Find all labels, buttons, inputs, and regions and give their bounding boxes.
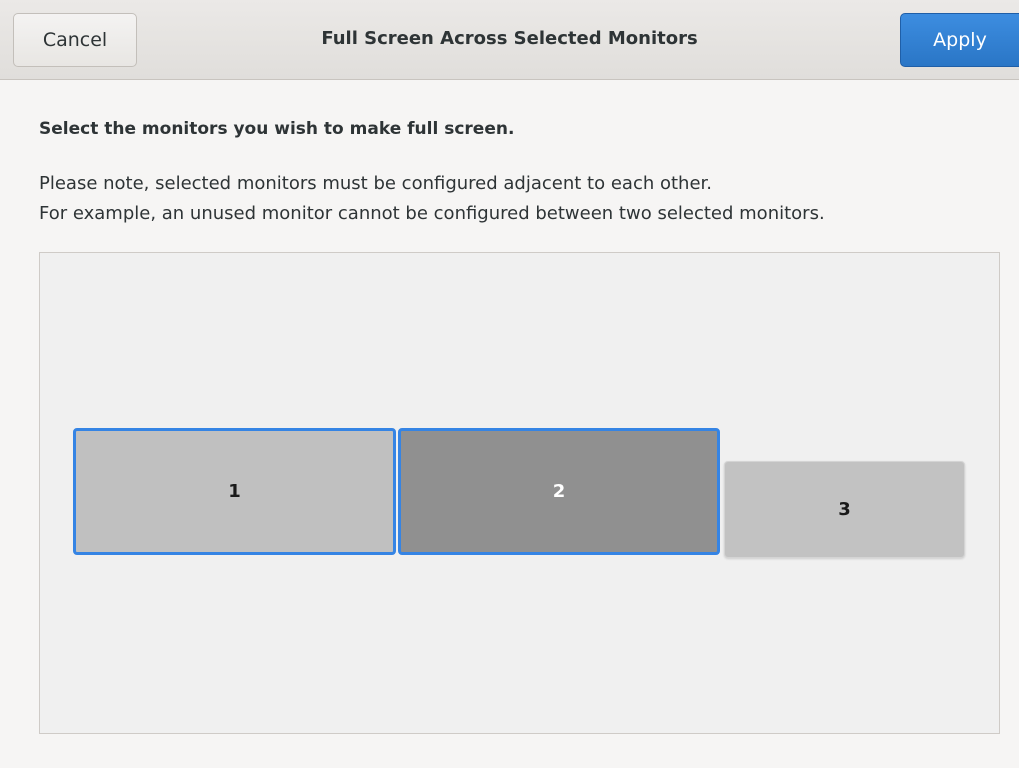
monitor-3[interactable]: 3 bbox=[724, 461, 965, 558]
monitor-1[interactable]: 1 bbox=[73, 428, 396, 555]
monitor-1-label: 1 bbox=[228, 481, 241, 502]
monitor-2[interactable]: 2 bbox=[398, 428, 720, 555]
note-line-1: Please note, selected monitors must be c… bbox=[39, 173, 712, 194]
apply-button[interactable]: Apply bbox=[900, 13, 1019, 67]
monitor-3-label: 3 bbox=[838, 499, 851, 520]
note-line-2: For example, an unused monitor cannot be… bbox=[39, 203, 825, 224]
monitor-2-label: 2 bbox=[552, 481, 566, 502]
dialog-title: Full Screen Across Selected Monitors bbox=[321, 28, 698, 49]
monitor-arrangement-area: 1 2 3 bbox=[39, 252, 1000, 734]
instruction-heading: Select the monitors you wish to make ful… bbox=[39, 119, 515, 139]
header-bar: Cancel Full Screen Across Selected Monit… bbox=[0, 0, 1019, 80]
